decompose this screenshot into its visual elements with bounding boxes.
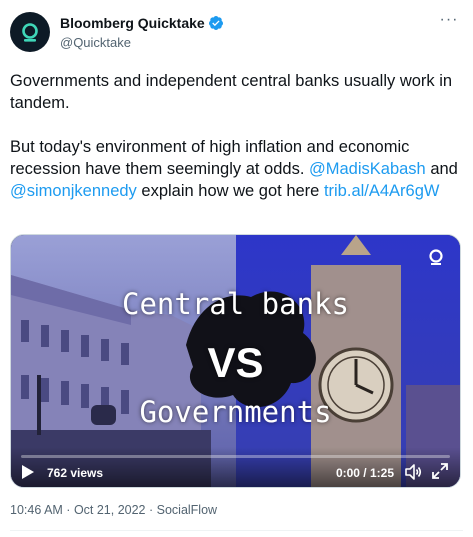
- video-player[interactable]: Central banks VS Governments 762 views 0…: [10, 234, 461, 488]
- tweet-link[interactable]: trib.al/A4Ar6gW: [324, 182, 440, 200]
- video-time: 0:00 / 1:25: [335, 466, 394, 480]
- divider: [10, 530, 463, 531]
- fullscreen-icon[interactable]: [432, 463, 448, 479]
- explain-text: explain how we got here: [136, 182, 324, 200]
- view-count: 762 views: [47, 466, 104, 480]
- more-icon[interactable]: ···: [437, 12, 461, 34]
- verified-badge-icon: [208, 15, 224, 31]
- tweet-paragraph-2: But today's environment of high inflatio…: [10, 136, 465, 202]
- author-names: Bloomberg Quicktake @Quicktake: [60, 15, 224, 50]
- play-icon[interactable]: [21, 464, 35, 480]
- tweet-paragraph-1: Governments and independent central bank…: [10, 72, 453, 112]
- tweet-source[interactable]: SocialFlow: [157, 503, 217, 517]
- overlay-line-1: Central banks: [122, 287, 349, 321]
- tweet-header: Bloomberg Quicktake @Quicktake ···: [10, 12, 463, 56]
- tweet-text: Governments and independent central bank…: [10, 70, 465, 202]
- name-row: Bloomberg Quicktake: [60, 15, 224, 31]
- progress-bar[interactable]: [21, 455, 450, 458]
- mention-madiskabash[interactable]: @MadisKabash: [309, 160, 426, 178]
- tweet: Bloomberg Quicktake @Quicktake ··· Gover…: [0, 0, 473, 537]
- quicktake-watermark-icon: [429, 249, 443, 265]
- overlay-line-2: VS: [207, 339, 264, 386]
- avatar[interactable]: [10, 12, 50, 52]
- and-text: and: [425, 160, 458, 178]
- quicktake-logo-icon: [22, 23, 38, 42]
- tweet-date[interactable]: Oct 21, 2022: [74, 503, 146, 517]
- handle[interactable]: @Quicktake: [60, 35, 224, 50]
- tweet-time[interactable]: 10:46 AM: [10, 503, 63, 517]
- overlay-line-3: Governments: [139, 395, 332, 429]
- tweet-meta: 10:46 AM · Oct 21, 2022 · SocialFlow: [10, 503, 217, 517]
- meta-separator: ·: [145, 503, 157, 517]
- meta-separator: ·: [62, 503, 74, 517]
- display-name[interactable]: Bloomberg Quicktake: [60, 15, 205, 31]
- volume-icon[interactable]: [404, 463, 422, 481]
- video-controls: 762 views 0:00 / 1:25: [11, 447, 460, 487]
- mention-simonjkennedy[interactable]: @simonjkennedy: [10, 182, 137, 200]
